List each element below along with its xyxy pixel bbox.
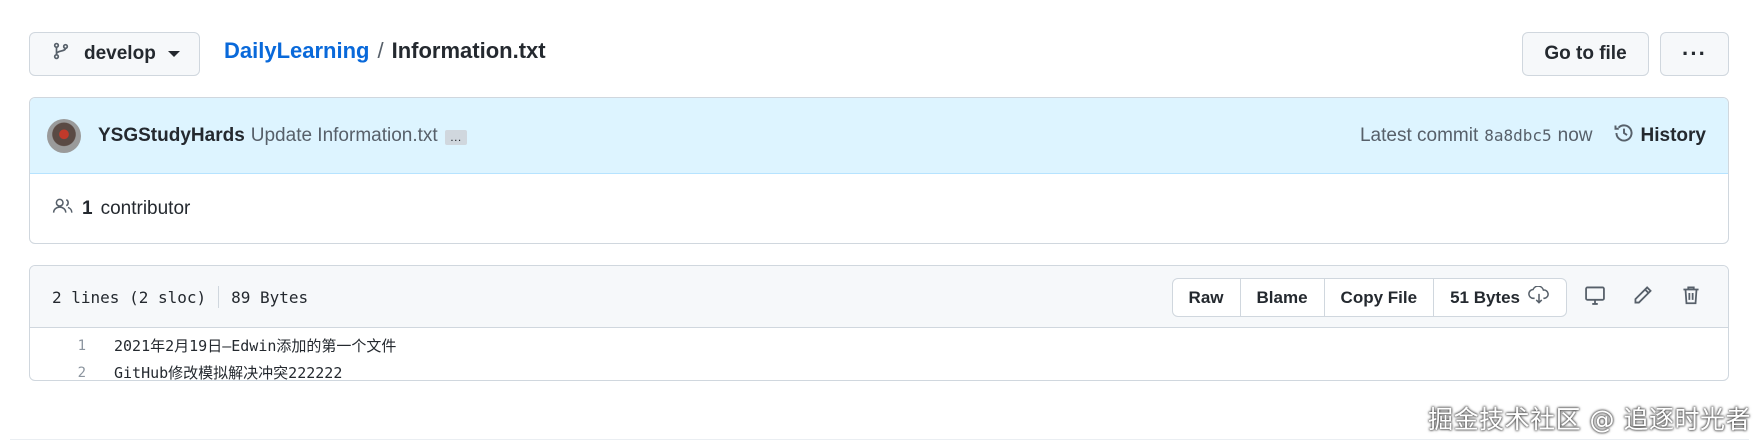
divider: [10, 439, 1749, 440]
file-name: Information.txt: [391, 38, 546, 63]
branch-select-button[interactable]: develop: [29, 32, 200, 76]
line-count: 2 lines (2 sloc): [52, 287, 207, 307]
avatar[interactable]: [47, 118, 81, 153]
contributors-row[interactable]: 1 contributor: [30, 174, 1728, 243]
breadcrumb: DailyLearning / Information.txt: [224, 38, 546, 64]
commit-time: now: [1557, 125, 1593, 146]
pencil-icon[interactable]: [1632, 284, 1654, 311]
commit-author[interactable]: YSGStudyHards: [98, 125, 245, 147]
desktop-icon[interactable]: [1584, 284, 1606, 311]
blame-button[interactable]: Blame: [1241, 279, 1325, 316]
latest-commit-bar: YSGStudyHards Update Information.txt … L…: [30, 98, 1728, 174]
branch-name: develop: [84, 43, 156, 64]
line-text: 2021年2月19日—Edwin添加的第一个文件: [114, 337, 397, 355]
file-header: 2 lines (2 sloc) 89 Bytes Raw Blame Copy…: [30, 266, 1728, 328]
commit-meta: Latest commit 8a8dbc5 now History: [1360, 98, 1706, 174]
breadcrumb-separator: /: [377, 38, 384, 63]
watermark: 掘金技术社区 @ 追逐时光者: [1428, 405, 1751, 434]
trash-icon[interactable]: [1680, 284, 1702, 311]
expand-commit-button[interactable]: …: [444, 130, 467, 145]
history-icon: [1613, 122, 1635, 150]
code-area: 1 2021年2月19日—Edwin添加的第一个文件 2 GitHub修改模拟解…: [30, 328, 1728, 381]
file-viewer: 2 lines (2 sloc) 89 Bytes Raw Blame Copy…: [29, 265, 1729, 381]
file-size: 89 Bytes: [231, 287, 309, 307]
caret-down-icon: [167, 51, 180, 57]
file-actions: Raw Blame Copy File 51 Bytes: [1171, 278, 1567, 317]
contributor-label: contributor: [100, 198, 191, 219]
history-label: History: [1640, 125, 1706, 146]
line-number[interactable]: 2: [30, 365, 86, 381]
contributor-count: 1: [82, 198, 93, 219]
download-button[interactable]: 51 Bytes: [1434, 279, 1566, 316]
kebab-horizontal-icon: ···: [1682, 41, 1707, 66]
code-line: 2 GitHub修改模拟解决冲突222222: [30, 359, 1728, 381]
code-line: 1 2021年2月19日—Edwin添加的第一个文件: [30, 332, 1728, 359]
divider: [218, 286, 220, 308]
go-to-file-button[interactable]: Go to file: [1522, 32, 1649, 76]
latest-commit-info: Latest commit 8a8dbc5 now: [1360, 125, 1593, 147]
raw-button[interactable]: Raw: [1173, 279, 1241, 316]
latest-commit-label: Latest commit: [1359, 125, 1479, 146]
commit-sha[interactable]: 8a8dbc5: [1484, 126, 1551, 145]
copy-file-button[interactable]: Copy File: [1325, 279, 1435, 316]
line-number[interactable]: 1: [30, 338, 86, 354]
file-icon-actions: [1584, 266, 1702, 328]
people-icon: [52, 197, 74, 221]
line-text: GitHub修改模拟解决冲突222222: [114, 364, 343, 381]
commit-box: YSGStudyHards Update Information.txt … L…: [29, 97, 1729, 244]
commit-message[interactable]: Update Information.txt: [251, 125, 438, 147]
repo-link[interactable]: DailyLearning: [224, 38, 369, 64]
cloud-download-icon: [1528, 285, 1550, 309]
download-size: 51 Bytes: [1450, 287, 1520, 307]
more-options-button[interactable]: ···: [1660, 32, 1729, 76]
file-navigation: develop DailyLearning / Information.txt …: [29, 32, 1729, 76]
history-link[interactable]: History: [1613, 122, 1706, 150]
file-info: 2 lines (2 sloc) 89 Bytes: [52, 266, 308, 328]
git-branch-icon: [52, 42, 70, 66]
